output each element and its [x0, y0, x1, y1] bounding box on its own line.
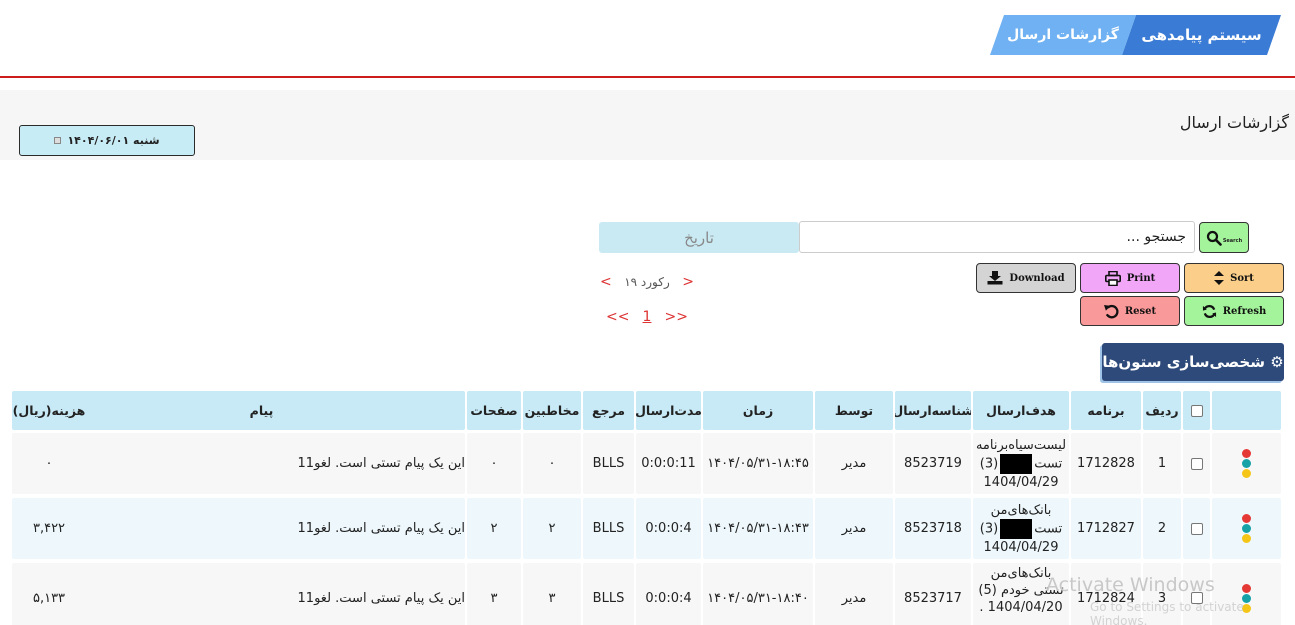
cell-message: این یک پیام تستی است. لغو11: [58, 433, 465, 494]
cell-recipients: ۰: [523, 433, 581, 494]
pager-info: < ۱۹ رکورد >: [600, 274, 694, 290]
date-label: شنبه ۱۴۰۴/۰۶/۰۱: [67, 134, 160, 147]
system-tab[interactable]: سیستم پیامدهی: [1122, 15, 1281, 55]
cell-time: ۱۴۰۴/۰۵/۳۱-۱۸:۴۰: [703, 563, 813, 625]
cell-target: لیست‌سیاه‌برنامه تست(3) 1404/04/29: [973, 433, 1069, 494]
header-duration[interactable]: مدت‌ارسال: [636, 391, 701, 430]
cell-ref: BLLS: [583, 498, 634, 559]
activate-windows-hint: Go to Settings to activate Windows.: [1090, 600, 1244, 625]
cell-pages: ۰: [467, 433, 521, 494]
pagination: << 1 >>: [606, 309, 688, 325]
page-link-1[interactable]: 1: [643, 309, 652, 325]
printer-icon: [1104, 270, 1121, 286]
cell-row: 1: [1143, 433, 1181, 494]
cell-duration: 0:0:0:4: [636, 563, 701, 625]
page-title: گزارشات ارسال: [1179, 113, 1289, 132]
cell-program: 1712827: [1071, 498, 1141, 559]
customize-columns-button[interactable]: ⚙ شخصی‌سازی ستون‌ها: [1102, 343, 1284, 381]
cell-by: مدیر: [815, 563, 893, 625]
cell-send-id: 8523719: [895, 433, 971, 494]
cell-cost: ۰: [12, 433, 86, 494]
cell-ref: BLLS: [583, 433, 634, 494]
cell-send-id: 8523718: [895, 498, 971, 559]
cell-pages: ۲: [467, 498, 521, 559]
status-cell: [1212, 498, 1281, 559]
cell-time: ۱۴۰۴/۰۵/۳۱-۱۸:۴۵: [703, 433, 813, 494]
header-time[interactable]: زمان: [703, 391, 813, 430]
cell-cost: ۳,۴۲۲: [12, 498, 86, 559]
header-program[interactable]: برنامه: [1071, 391, 1141, 430]
search-icon: [1206, 230, 1222, 246]
row-select[interactable]: [1183, 433, 1210, 494]
cell-recipients: ۳: [523, 563, 581, 625]
status-dots-icon: [1242, 514, 1251, 543]
date-filter-input[interactable]: تاریخ: [599, 222, 799, 253]
print-button[interactable]: Print: [1080, 263, 1180, 293]
table-row[interactable]: 2 1712827 بانک‌های‌من تست(3) 1404/04/29 …: [12, 498, 1281, 559]
download-button[interactable]: Download: [976, 263, 1076, 293]
cell-recipients: ۲: [523, 498, 581, 559]
sort-icon: [1214, 271, 1225, 285]
select-all-checkbox[interactable]: [1190, 404, 1203, 417]
header-row[interactable]: ردیف: [1143, 391, 1181, 430]
cell-send-id: 8523717: [895, 563, 971, 625]
header-by[interactable]: توسط: [815, 391, 893, 430]
header-cost[interactable]: هزینه(ریال): [12, 391, 86, 430]
cell-program: 1712828: [1071, 433, 1141, 494]
cell-by: مدیر: [815, 433, 893, 494]
header-select-all[interactable]: [1183, 391, 1210, 430]
cell-message: این یک پیام تستی است. لغو11: [58, 563, 465, 625]
date-button[interactable]: شنبه ۱۴۰۴/۰۶/۰۱: [19, 125, 195, 156]
cell-row: 2: [1143, 498, 1181, 559]
cell-by: مدیر: [815, 498, 893, 559]
record-count: ۱۹ رکورد: [624, 275, 670, 289]
status-dots-icon: [1242, 449, 1251, 478]
cell-ref: BLLS: [583, 563, 634, 625]
header-status: [1212, 391, 1281, 430]
reports-tab[interactable]: گزارشات ارسال: [990, 15, 1136, 55]
reset-button[interactable]: Reset: [1080, 296, 1180, 326]
refresh-icon: [1202, 304, 1216, 318]
row-checkbox[interactable]: [1190, 522, 1203, 535]
sort-button[interactable]: Sort: [1184, 263, 1284, 293]
row-select[interactable]: [1183, 498, 1210, 559]
cell-time: ۱۴۰۴/۰۵/۳۱-۱۸:۴۳: [703, 498, 813, 559]
header-pages[interactable]: صفحات: [467, 391, 521, 430]
search-button[interactable]: Search: [1199, 222, 1249, 253]
cell-duration: 0:0:0:11: [636, 433, 701, 494]
cell-message: این یک پیام تستی است. لغو11: [58, 498, 465, 559]
search-button-label: Search: [1222, 237, 1243, 244]
search-input[interactable]: جستجو ...: [799, 221, 1195, 253]
table-header-row: ردیف برنامه هدف‌ارسال شناسه‌ارسال توسط ز…: [12, 391, 1281, 430]
first-page-link[interactable]: <<: [606, 309, 629, 325]
last-page-link[interactable]: >>: [665, 309, 688, 325]
activate-windows-watermark: Activate Windows: [1046, 574, 1215, 596]
header-divider: [0, 76, 1295, 78]
table-row[interactable]: 1 1712828 لیست‌سیاه‌برنامه تست(3) 1404/0…: [12, 433, 1281, 494]
header-message[interactable]: پیام: [58, 391, 465, 430]
undo-icon: [1103, 304, 1119, 318]
redacted-block: [1000, 518, 1033, 539]
header-recipients[interactable]: مخاطبین: [523, 391, 581, 430]
header-send-id[interactable]: شناسه‌ارسال: [895, 391, 971, 430]
next-page-link[interactable]: >: [682, 274, 694, 290]
row-checkbox[interactable]: [1190, 457, 1203, 470]
status-cell: [1212, 433, 1281, 494]
cell-pages: ۳: [467, 563, 521, 625]
cell-duration: 0:0:0:4: [636, 498, 701, 559]
header-ref[interactable]: مرجع: [583, 391, 634, 430]
calendar-icon: [54, 137, 62, 144]
header-target[interactable]: هدف‌ارسال: [973, 391, 1069, 430]
cell-target: بانک‌های‌من تست(3) 1404/04/29: [973, 498, 1069, 559]
cell-cost: ۵,۱۳۳: [12, 563, 86, 625]
redacted-block: [1000, 453, 1033, 474]
refresh-button[interactable]: Refresh: [1184, 296, 1284, 326]
prev-page-link[interactable]: <: [600, 274, 612, 290]
download-icon: [987, 271, 1003, 285]
